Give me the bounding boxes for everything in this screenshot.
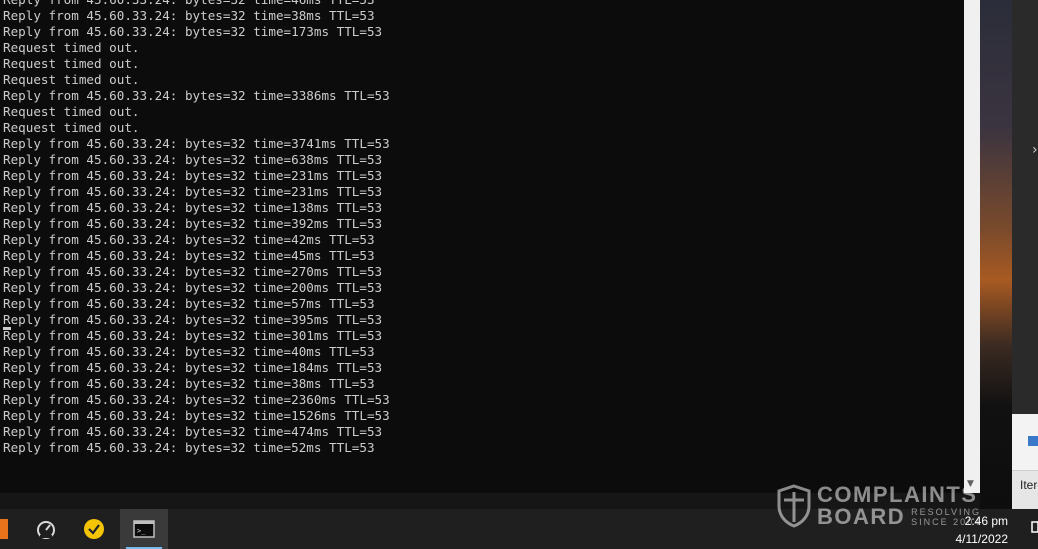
command-prompt-window[interactable]: Reply from 45.60.33.24: bytes=32 time=46… — [0, 0, 964, 493]
speedometer-icon — [37, 521, 55, 539]
notification-button[interactable] — [1028, 516, 1038, 538]
console-line: Reply from 45.60.33.24: bytes=32 time=40… — [3, 344, 375, 359]
watermark-tagline-2: SINCE 2004 — [911, 517, 982, 527]
notification-icon — [1031, 521, 1038, 533]
console-line: Reply from 45.60.33.24: bytes=32 time=27… — [3, 264, 383, 279]
svg-text:>_: >_ — [137, 527, 146, 535]
console-line: Reply from 45.60.33.24: bytes=32 time=13… — [3, 200, 383, 215]
console-line: Request timed out. — [3, 40, 140, 55]
chevron-right-icon[interactable]: › — [1032, 142, 1038, 158]
text-cursor — [3, 327, 11, 330]
norton-icon — [84, 519, 104, 539]
console-line: Request timed out. — [3, 56, 140, 71]
console-line: Reply from 45.60.33.24: bytes=32 time=15… — [3, 408, 390, 423]
console-line: Reply from 45.60.33.24: bytes=32 time=20… — [3, 280, 383, 295]
console-line: Reply from 45.60.33.24: bytes=32 time=39… — [3, 312, 383, 327]
console-line: Reply from 45.60.33.24: bytes=32 time=39… — [3, 216, 383, 231]
norton-taskbar-button[interactable] — [72, 509, 116, 549]
console-line: Reply from 45.60.33.24: bytes=32 time=18… — [3, 360, 383, 375]
console-output[interactable]: Reply from 45.60.33.24: bytes=32 time=46… — [3, 0, 390, 456]
console-line: Reply from 45.60.33.24: bytes=32 time=46… — [3, 0, 390, 8]
console-line: Reply from 45.60.33.24: bytes=32 time=38… — [3, 8, 375, 23]
mail-icon[interactable] — [1028, 436, 1038, 446]
console-line: Reply from 45.60.33.24: bytes=32 time=30… — [3, 328, 383, 343]
command-prompt-taskbar-button[interactable]: >_ — [120, 509, 168, 549]
app-orange-icon[interactable] — [0, 519, 8, 539]
shield-icon — [777, 484, 811, 528]
console-line: Reply from 45.60.33.24: bytes=32 time=17… — [3, 24, 383, 39]
watermark-tagline-1: RESOLVING — [911, 507, 982, 517]
desktop: Reply from 45.60.33.24: bytes=32 time=46… — [0, 0, 1038, 549]
console-line: Reply from 45.60.33.24: bytes=32 time=23… — [3, 392, 390, 407]
console-line: Reply from 45.60.33.24: bytes=32 time=45… — [3, 248, 375, 263]
console-line: Reply from 45.60.33.24: bytes=32 time=63… — [3, 152, 383, 167]
desktop-wallpaper — [980, 0, 1012, 509]
console-line: Reply from 45.60.33.24: bytes=32 time=52… — [3, 440, 375, 455]
console-line: Reply from 45.60.33.24: bytes=32 time=33… — [3, 88, 390, 103]
console-line: Reply from 45.60.33.24: bytes=32 time=38… — [3, 376, 375, 391]
speedometer-taskbar-button[interactable] — [24, 509, 68, 549]
watermark-title: COMPLAINTS — [817, 482, 978, 507]
console-line: Reply from 45.60.33.24: bytes=32 time=57… — [3, 296, 375, 311]
console-line: Reply from 45.60.33.24: bytes=32 time=37… — [3, 136, 390, 151]
console-line: Request timed out. — [3, 120, 140, 135]
console-line: Reply from 45.60.33.24: bytes=32 time=23… — [3, 184, 383, 199]
console-line: Request timed out. — [3, 72, 140, 87]
console-line: Reply from 45.60.33.24: bytes=32 time=42… — [3, 232, 375, 247]
vertical-scrollbar[interactable]: ▼ — [964, 0, 980, 493]
background-window[interactable] — [1012, 0, 1038, 414]
console-line: Reply from 45.60.33.24: bytes=32 time=47… — [3, 424, 383, 439]
console-line: Request timed out. — [3, 104, 140, 119]
background-window-label: Iter — [1020, 478, 1038, 492]
console-line: Reply from 45.60.33.24: bytes=32 time=23… — [3, 168, 383, 183]
watermark: COMPLAINTS BOARD RESOLVING SINCE 2004 — [777, 484, 981, 528]
watermark-subtitle: BOARD — [817, 504, 906, 529]
command-prompt-icon: >_ — [133, 520, 155, 538]
clock-date: 4/11/2022 — [955, 532, 1009, 546]
